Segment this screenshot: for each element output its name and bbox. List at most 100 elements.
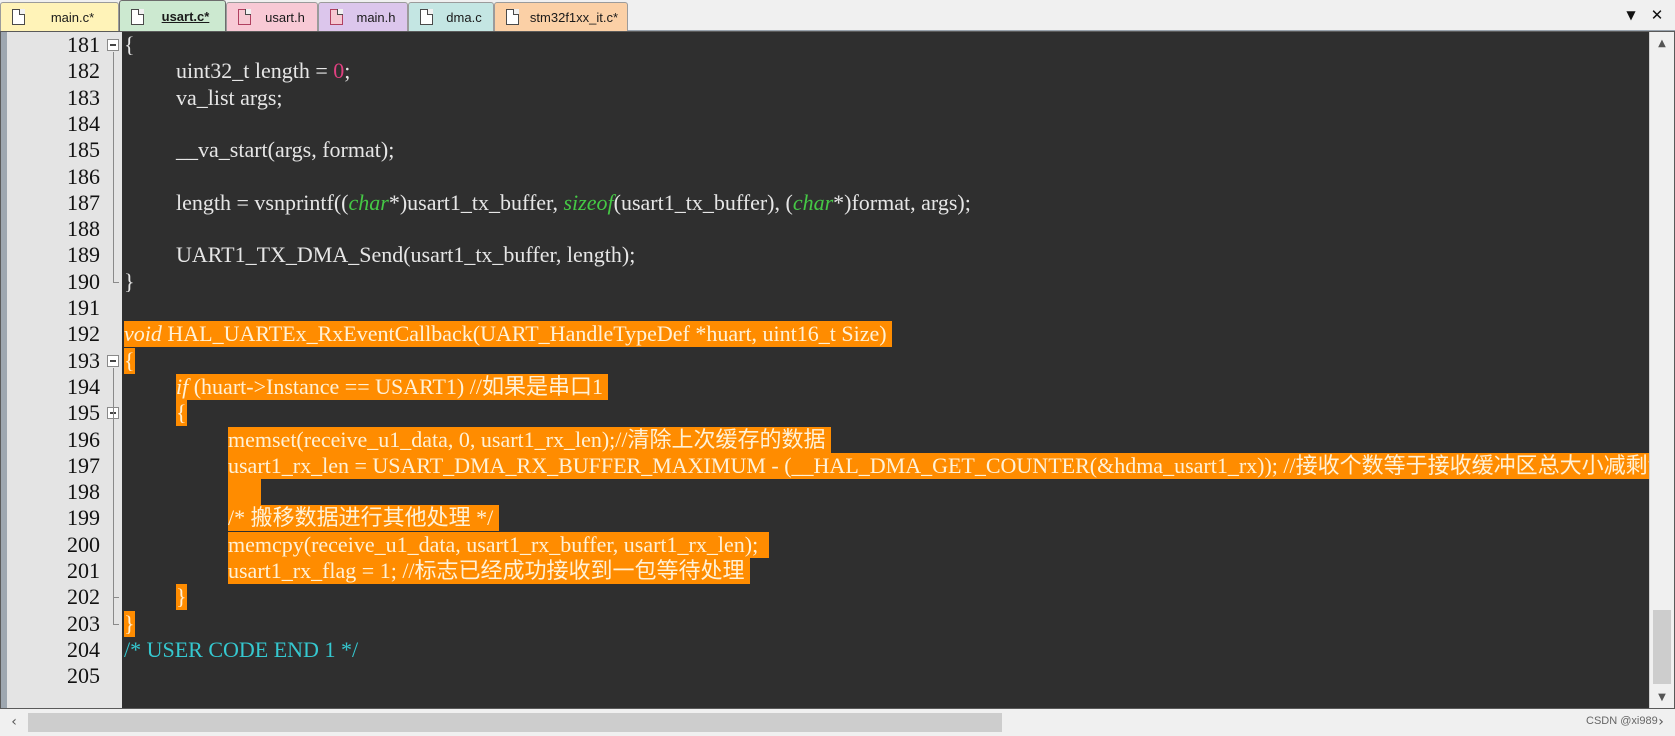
tab-main-c[interactable]: main.c* — [0, 2, 119, 31]
line-number: 185 — [67, 137, 100, 162]
fold-toggle-icon[interactable] — [107, 39, 119, 51]
fold-toggle-icon[interactable] — [107, 355, 119, 367]
code-line[interactable]: { — [124, 32, 135, 58]
code-line[interactable]: usart1_rx_flag = 1; //标志已经成功接收到一包等待处理 — [228, 558, 751, 584]
code-token: (usart1_tx_buffer), ( — [613, 190, 793, 215]
code-token: uint32_t length = — [176, 58, 334, 83]
code-line[interactable]: if (huart->Instance == USART1) //如果是串口1 — [176, 374, 609, 400]
tab-label: dma.c — [446, 9, 482, 25]
scroll-down-icon[interactable]: ▼ — [1650, 686, 1674, 708]
line-number: 195 — [67, 400, 100, 425]
code-token: (huart->Instance == USART1) //如果是串口1 — [188, 374, 609, 399]
c-file-icon — [12, 9, 25, 25]
code-token: { — [124, 348, 135, 373]
code-number: 0 — [333, 58, 345, 83]
tab-label: main.c* — [50, 9, 95, 25]
scroll-up-icon[interactable]: ▲ — [1650, 32, 1674, 54]
line-number: 199 — [67, 505, 100, 530]
tab-main-h[interactable]: main.h — [318, 2, 408, 31]
line-number: 194 — [67, 374, 100, 399]
line-number: 191 — [67, 295, 100, 320]
tab-dma-c[interactable]: dma.c — [408, 2, 494, 31]
code-token: memcpy(receive_u1_data, usart1_rx_buffer… — [228, 532, 770, 557]
code-line[interactable]: memset(receive_u1_data, 0, usart1_rx_len… — [228, 427, 832, 453]
tab-label: usart.c* — [161, 9, 210, 24]
code-keyword: char — [348, 190, 389, 215]
code-token: } — [176, 584, 187, 609]
code-token: va_list args; — [176, 85, 283, 110]
h-file-icon — [330, 9, 343, 25]
h-file-icon — [238, 9, 251, 25]
code-token: *)format, args); — [833, 190, 971, 215]
tab-list-dropdown-icon[interactable]: ▼ — [1620, 4, 1642, 26]
vertical-scrollbar[interactable]: ▲ ▼ — [1649, 32, 1674, 708]
horizontal-scrollbar[interactable]: ‹ › — [0, 709, 1675, 736]
scroll-left-icon[interactable]: ‹ — [2, 711, 26, 733]
tab-usart-h[interactable]: usart.h — [226, 2, 318, 31]
code-line[interactable]: { — [176, 400, 187, 426]
line-number: 205 — [67, 663, 100, 688]
code-line[interactable]: } — [176, 584, 187, 610]
code-line[interactable]: /* 搬移数据进行其他处理 */ — [228, 505, 499, 531]
code-line[interactable]: length = vsnprintf((char*)usart1_tx_buff… — [176, 190, 971, 216]
line-number: 196 — [67, 427, 100, 452]
code-keyword: sizeof — [563, 190, 614, 215]
c-file-icon — [420, 9, 433, 25]
fold-outline-line — [113, 420, 114, 597]
code-line[interactable]: } — [124, 611, 135, 637]
line-number: 204 — [67, 637, 100, 662]
line-number: 200 — [67, 532, 100, 557]
line-number: 186 — [67, 164, 100, 189]
line-number: 188 — [67, 216, 100, 241]
line-number: 201 — [67, 558, 100, 583]
code-line[interactable] — [228, 479, 261, 505]
code-token: memset(receive_u1_data, 0, usart1_rx_len… — [228, 427, 832, 452]
code-token: length = vsnprintf(( — [176, 190, 349, 215]
code-comment: /* USER CODE END 1 */ — [124, 637, 359, 662]
tab-label: usart.h — [265, 9, 305, 25]
editor-window: main.c* usart.c* usart.h main.h dma.c stm32f1… — [0, 0, 1675, 736]
code-line[interactable]: void HAL_UARTEx_RxEventCallback(UART_Han… — [124, 321, 893, 347]
code-token: __va_start(args, format); — [176, 137, 395, 162]
line-number: 202 — [67, 584, 100, 609]
code-line[interactable]: } — [124, 269, 135, 295]
fold-outline-end — [113, 624, 119, 625]
code-line[interactable]: usart1_rx_len = USART_DMA_RX_BUFFER_MAXI… — [228, 453, 1649, 479]
c-file-icon — [131, 8, 144, 25]
line-number: 198 — [67, 479, 100, 504]
code-token: *)usart1_tx_buffer, — [388, 190, 564, 215]
line-number: 182 — [67, 58, 100, 83]
line-number: 203 — [67, 611, 100, 636]
code-token: /* 搬移数据进行其他处理 */ — [228, 505, 499, 530]
line-number: 197 — [67, 453, 100, 478]
fold-outline-end — [113, 282, 119, 283]
horizontal-scroll-thumb[interactable] — [28, 713, 1002, 732]
code-token: { — [176, 400, 187, 425]
code-line[interactable]: UART1_TX_DMA_Send(usart1_tx_buffer, leng… — [176, 242, 635, 268]
code-line[interactable]: memcpy(receive_u1_data, usart1_rx_buffer… — [228, 532, 770, 558]
code-token: } — [124, 611, 135, 636]
line-number-gutter: 181 182 183 184 185 186 187 188 189 190 191 192 193 1… — [1, 32, 122, 708]
code-area[interactable]: {uint32_t length = 0; va_list args; __va_s… — [122, 32, 1649, 708]
code-editor[interactable]: 181 182 183 184 185 186 187 188 189 190 191 192 193 1… — [0, 31, 1675, 709]
code-token: { — [124, 32, 135, 57]
vertical-scroll-thumb[interactable] — [1653, 610, 1671, 684]
code-line[interactable]: { — [124, 348, 135, 374]
code-token: ; — [344, 58, 351, 83]
close-tab-icon[interactable]: ✕ — [1646, 4, 1668, 26]
code-line[interactable]: /* USER CODE END 1 */ — [124, 637, 358, 663]
code-line[interactable]: uint32_t length = 0; — [176, 58, 350, 84]
code-keyword: if — [176, 374, 189, 399]
code-keyword: char — [792, 190, 834, 215]
tab-stm32f1xx-it-c[interactable]: stm32f1xx_it.c* — [494, 2, 628, 31]
code-token: HAL_UARTEx_RxEventCallback(UART_HandleTy… — [161, 321, 893, 346]
fold-outline-line — [113, 52, 114, 282]
tab-usart-c[interactable]: usart.c* — [119, 0, 226, 32]
line-number: 181 — [67, 32, 100, 57]
code-line[interactable]: va_list args; — [176, 85, 283, 111]
line-number: 189 — [67, 242, 100, 267]
line-number: 190 — [67, 269, 100, 294]
code-line[interactable]: __va_start(args, format); — [176, 137, 394, 163]
line-number: 187 — [67, 190, 100, 215]
